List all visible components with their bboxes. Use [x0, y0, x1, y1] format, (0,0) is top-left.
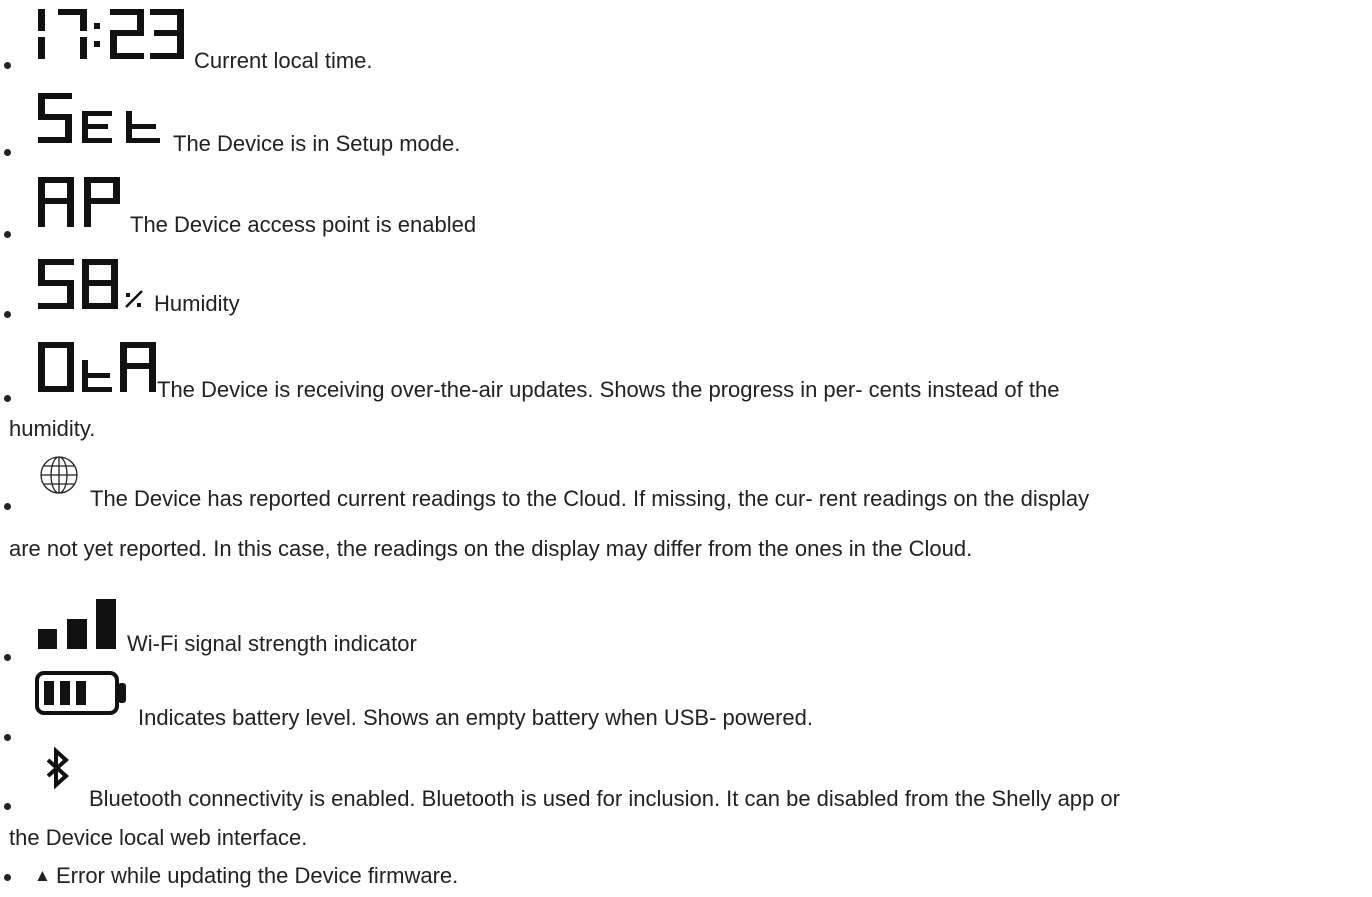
- list-item: The Device is in Setup mode.: [0, 85, 1368, 156]
- item-text: The Device access point is enabled: [130, 212, 477, 237]
- clock-display-icon: [38, 9, 184, 59]
- list-item: ▲ Error while updating the Device firmwa…: [0, 862, 1368, 894]
- access-point-display-icon: [38, 177, 120, 227]
- warning-triangle-icon: ▲: [34, 866, 51, 885]
- humidity-display-icon: [38, 259, 143, 309]
- item-text-continued: are not yet reported. In this case, the …: [9, 536, 973, 561]
- item-text: Current local time.: [194, 48, 373, 73]
- item-text: Wi-Fi signal strength indicator: [127, 631, 417, 656]
- setup-mode-display-icon: [38, 93, 160, 143]
- list-item: Current local time.: [0, 0, 1368, 73]
- bullet: [4, 62, 11, 69]
- item-text: Error while updating the Device firmware…: [56, 863, 459, 888]
- item-text: The Device is receiving over-the-air upd…: [157, 377, 1060, 402]
- bullet: [4, 503, 11, 510]
- wifi-signal-icon: [38, 599, 116, 649]
- bullet: [4, 231, 11, 238]
- item-text: Bluetooth connectivity is enabled. Bluet…: [89, 786, 1120, 811]
- bullet: [4, 734, 11, 741]
- bluetooth-icon: [46, 746, 69, 790]
- battery-icon: [35, 671, 126, 715]
- bullet: [4, 654, 11, 661]
- bullet: [4, 395, 11, 402]
- list-item: Indicates battery level. Shows an empty …: [0, 671, 1368, 751]
- globe-icon: [40, 456, 78, 494]
- list-item: The Device has reported current readings…: [0, 456, 1368, 581]
- bullet: [4, 149, 11, 156]
- bullet: [4, 311, 11, 318]
- list-item: The Device is receiving over-the-air upd…: [0, 333, 1368, 443]
- bullet: [4, 803, 11, 810]
- list-item: Humidity: [0, 249, 1368, 319]
- item-text-continued: humidity.: [9, 416, 96, 441]
- ota-display-icon: [38, 342, 156, 392]
- item-text: The Device is in Setup mode.: [173, 131, 461, 156]
- item-text: Indicates battery level. Shows an empty …: [138, 705, 814, 730]
- item-text: Humidity: [154, 291, 240, 316]
- list-item: Wi-Fi signal strength indicator: [0, 591, 1368, 671]
- item-text: The Device has reported current readings…: [90, 486, 1090, 511]
- bullet: [4, 874, 11, 881]
- list-item: The Device access point is enabled: [0, 169, 1368, 239]
- item-text-continued: the Device local web interface.: [9, 825, 308, 850]
- list-item: Bluetooth connectivity is enabled. Bluet…: [0, 746, 1368, 860]
